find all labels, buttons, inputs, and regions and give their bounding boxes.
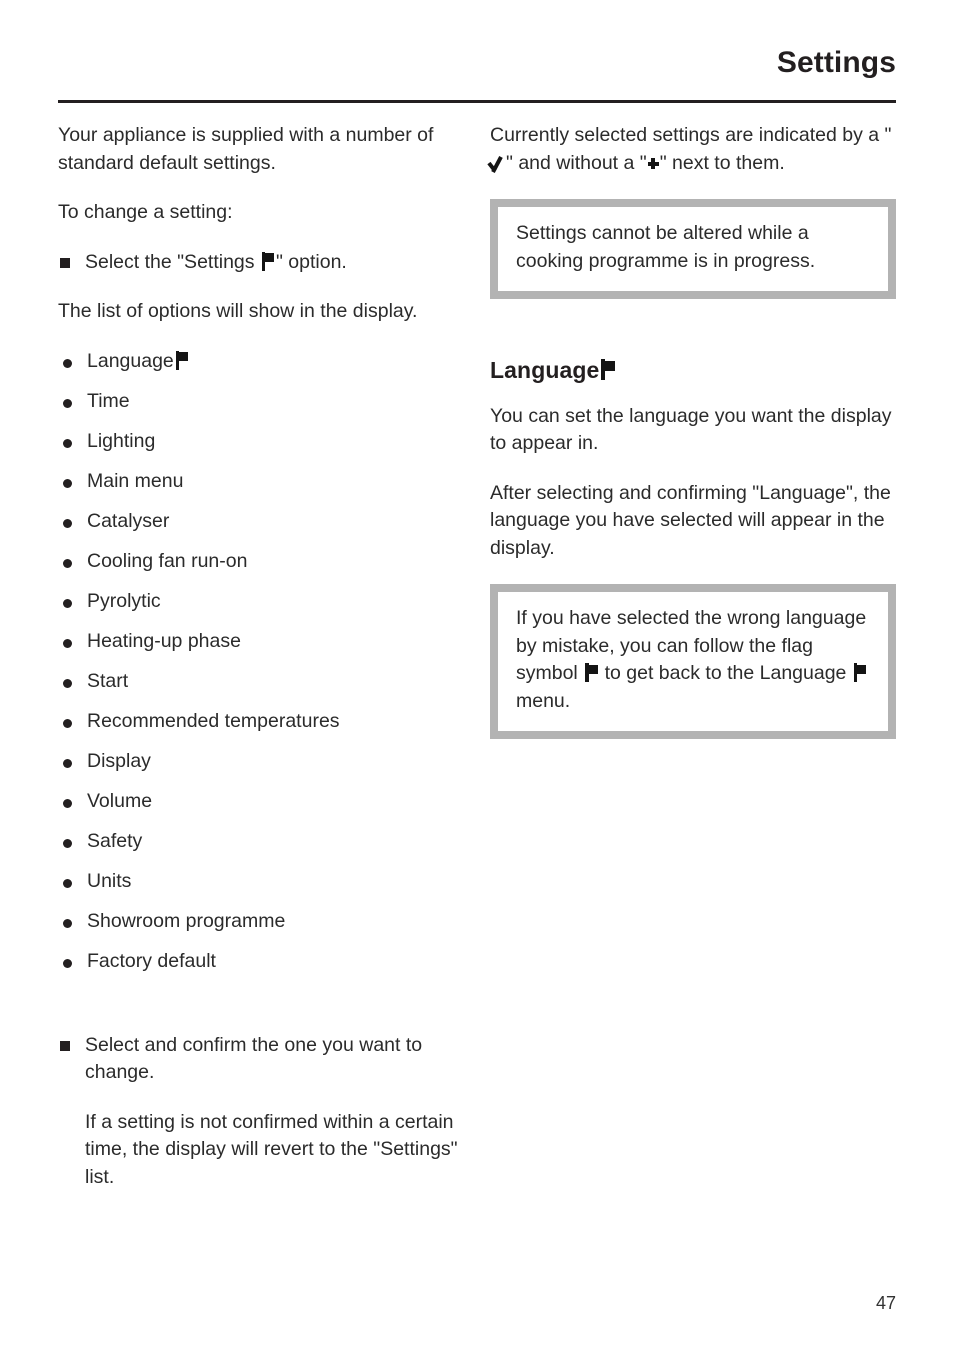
list-item: Main menu bbox=[58, 468, 458, 495]
language-paragraph-1: You can set the language you want the di… bbox=[490, 404, 892, 455]
list-item: Heating-up phase bbox=[58, 628, 458, 655]
check-mark-icon bbox=[487, 154, 506, 173]
option-label: Lighting bbox=[87, 429, 156, 452]
list-item: Volume bbox=[58, 788, 458, 815]
option-label: Showroom programme bbox=[87, 909, 286, 932]
select-settings-step-suffix: " option. bbox=[275, 250, 347, 273]
round-bullet-icon bbox=[63, 838, 72, 848]
round-bullet-icon bbox=[63, 558, 72, 568]
list-item: Time bbox=[58, 388, 458, 415]
selected-indicator-paragraph: Currently selected settings are indicate… bbox=[487, 122, 896, 177]
round-bullet-icon bbox=[63, 518, 72, 528]
confirm-step: Select and confirm the one you want to c… bbox=[58, 1032, 458, 1087]
list-item: Language bbox=[58, 348, 458, 375]
left-column: Your appliance is supplied with a number… bbox=[58, 122, 458, 1191]
page-number: 47 bbox=[875, 1293, 896, 1313]
page-title: Settings bbox=[776, 46, 896, 79]
list-item: Factory default bbox=[58, 948, 458, 975]
round-bullet-icon bbox=[63, 878, 72, 888]
note-box-2-text: If you have selected the wrong language … bbox=[516, 605, 872, 715]
option-label: Units bbox=[87, 869, 132, 892]
confirm-step-text: Select and confirm the one you want to c… bbox=[85, 1033, 423, 1084]
round-bullet-icon bbox=[63, 598, 72, 608]
option-label: Time bbox=[87, 389, 130, 412]
page-header: Settings bbox=[58, 48, 896, 110]
document-page: Settings Your appliance is supplied with… bbox=[0, 0, 954, 1352]
note-box-2-part3: menu. bbox=[516, 689, 571, 712]
option-label: Display bbox=[87, 749, 151, 772]
revert-note: If a setting is not confirmed within a c… bbox=[85, 1110, 458, 1188]
round-bullet-icon bbox=[63, 678, 72, 688]
to-change-label: To change a setting: bbox=[58, 201, 233, 223]
round-bullet-icon bbox=[63, 798, 72, 808]
round-bullet-icon bbox=[63, 358, 72, 368]
note-box-wrong-language: If you have selected the wrong language … bbox=[490, 584, 896, 740]
language-heading: Language bbox=[490, 357, 896, 385]
select-settings-step: Select the "Settings " option. bbox=[58, 249, 458, 277]
option-label: Pyrolytic bbox=[87, 589, 161, 612]
settings-options-list: Language Time Lighting Main menu Catalys… bbox=[58, 348, 458, 975]
flag-icon bbox=[853, 663, 867, 683]
header-divider bbox=[58, 100, 896, 103]
flag-icon bbox=[585, 663, 598, 683]
selected-indicator-part2: " and without a " bbox=[506, 151, 647, 174]
right-column: Currently selected settings are indicate… bbox=[487, 122, 896, 763]
select-settings-step-prefix: Select the "Settings bbox=[85, 250, 260, 273]
round-bullet-icon bbox=[63, 958, 72, 968]
option-label: Main menu bbox=[87, 469, 184, 492]
list-intro-paragraph: The list of options will show in the dis… bbox=[58, 300, 418, 322]
flag-icon bbox=[175, 350, 189, 370]
round-bullet-icon bbox=[63, 758, 72, 768]
list-item: Pyrolytic bbox=[58, 588, 458, 615]
flag-icon bbox=[261, 251, 275, 271]
note-box-settings-locked: Settings cannot be altered while a cooki… bbox=[490, 199, 896, 299]
option-label: Volume bbox=[87, 789, 153, 812]
square-bullet-icon bbox=[60, 1040, 70, 1051]
list-item: Catalyser bbox=[58, 508, 458, 535]
selected-indicator-part1: Currently selected settings are indicate… bbox=[490, 124, 892, 146]
list-item: Start bbox=[58, 668, 458, 695]
cross-marker-icon bbox=[647, 158, 659, 170]
round-bullet-icon bbox=[63, 918, 72, 928]
option-label: Catalyser bbox=[87, 509, 170, 532]
note-box-2-part2: to get back to the Language bbox=[599, 662, 852, 685]
option-label: Language bbox=[87, 349, 174, 372]
square-bullet-icon bbox=[60, 257, 70, 268]
list-item: Safety bbox=[58, 828, 458, 855]
option-label: Heating-up phase bbox=[87, 629, 241, 652]
list-item: Lighting bbox=[58, 428, 458, 455]
option-label: Factory default bbox=[87, 949, 216, 972]
flag-icon bbox=[601, 359, 616, 380]
selected-indicator-part3: " next to them. bbox=[659, 151, 785, 174]
option-label: Recommended temperatures bbox=[87, 709, 340, 732]
list-item: Display bbox=[58, 748, 458, 775]
option-label: Start bbox=[87, 669, 129, 692]
round-bullet-icon bbox=[63, 398, 72, 408]
round-bullet-icon bbox=[63, 438, 72, 448]
intro-paragraph: Your appliance is supplied with a number… bbox=[58, 124, 434, 174]
language-paragraph-2: After selecting and confirming "Language… bbox=[490, 481, 891, 559]
option-label: Cooling fan run-on bbox=[87, 549, 248, 572]
round-bullet-icon bbox=[63, 638, 72, 648]
list-item: Showroom programme bbox=[58, 908, 458, 935]
option-label: Safety bbox=[87, 829, 143, 852]
language-heading-label: Language bbox=[490, 357, 600, 383]
note-box-1-text: Settings cannot be altered while a cooki… bbox=[516, 222, 816, 272]
list-item: Recommended temperatures bbox=[58, 708, 458, 735]
round-bullet-icon bbox=[63, 478, 72, 488]
list-item: Cooling fan run-on bbox=[58, 548, 458, 575]
round-bullet-icon bbox=[63, 718, 72, 728]
list-item: Units bbox=[58, 868, 458, 895]
